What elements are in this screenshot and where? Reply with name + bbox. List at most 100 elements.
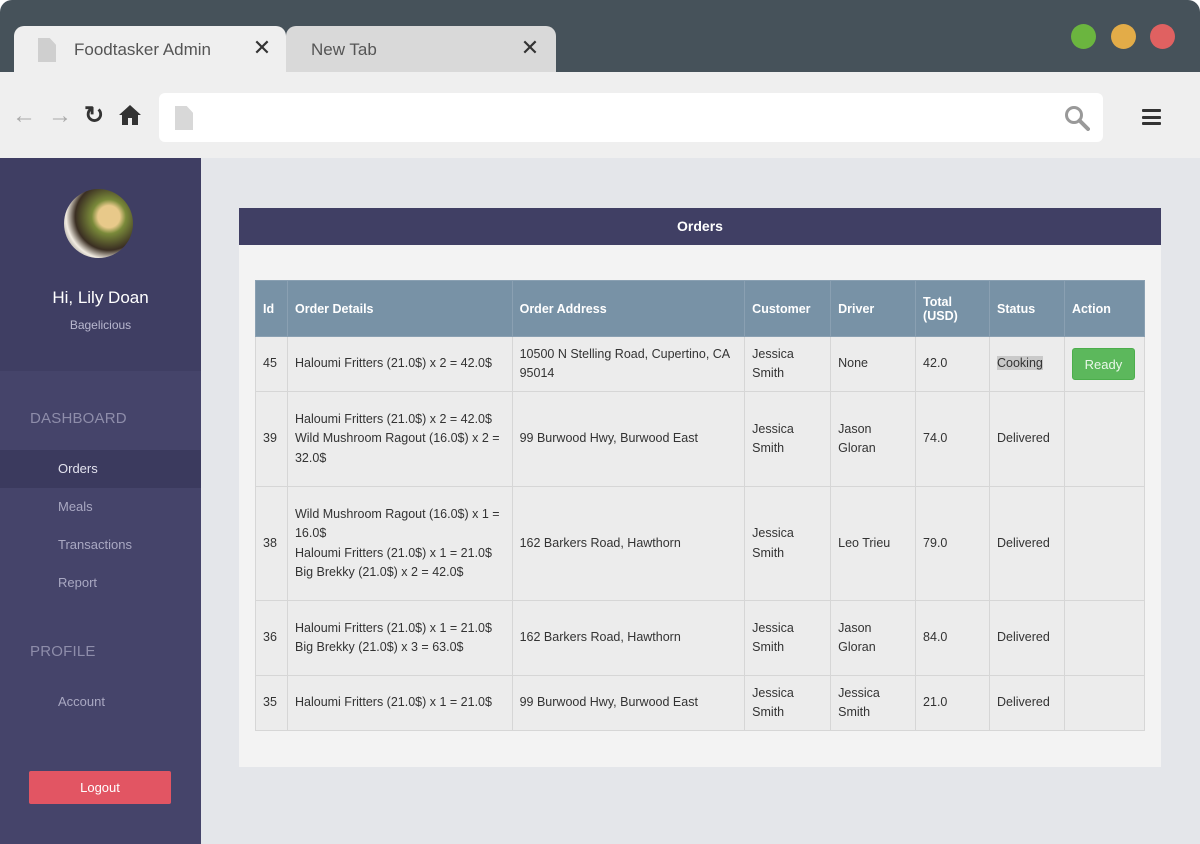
sidebar-item-account[interactable]: Account bbox=[0, 683, 201, 721]
address-bar[interactable] bbox=[159, 93, 1103, 142]
maximize-button[interactable] bbox=[1071, 24, 1096, 49]
logout-button[interactable]: Logout bbox=[29, 771, 171, 804]
section-label-profile: PROFILE bbox=[30, 643, 96, 660]
order-detail-line: Haloumi Fritters (21.0$) x 2 = 42.0$ bbox=[294, 356, 492, 371]
order-detail-line: Haloumi Fritters (21.0$) x 1 = 21.0$ bbox=[294, 620, 492, 635]
column-header: Driver bbox=[830, 280, 917, 337]
order-driver: Jessica Smith bbox=[830, 675, 917, 731]
order-address: 10500 N Stelling Road, Cupertino, CA 950… bbox=[511, 336, 746, 392]
ready-button[interactable]: Ready bbox=[1071, 348, 1135, 380]
order-customer: Jessica Smith bbox=[744, 391, 832, 487]
order-details: Haloumi Fritters (21.0$) x 1 = 21.0$ bbox=[286, 675, 513, 731]
column-header: Customer bbox=[744, 280, 832, 337]
order-customer: Jessica Smith bbox=[744, 675, 832, 731]
browser-toolbar: ← → ↻ bbox=[0, 72, 1200, 158]
column-header: Order Details bbox=[286, 280, 513, 337]
order-driver: Jason Gloran bbox=[830, 600, 917, 676]
order-total: 74.0 bbox=[915, 391, 990, 487]
order-status: Cooking bbox=[988, 336, 1065, 392]
order-total: 42.0 bbox=[915, 336, 990, 392]
sidebar-item-report[interactable]: Report bbox=[0, 564, 201, 602]
hamburger-menu-icon[interactable] bbox=[1142, 109, 1161, 125]
page-icon bbox=[175, 106, 193, 130]
status-text: Cooking bbox=[996, 356, 1043, 371]
search-icon[interactable] bbox=[1064, 105, 1090, 131]
column-header: Id bbox=[255, 280, 288, 337]
order-detail-line: Wild Mushroom Ragout (16.0$) x 2 = 32.0$ bbox=[294, 431, 500, 465]
close-window-button[interactable] bbox=[1150, 24, 1175, 49]
sidebar: Hi, Lily Doan Bagelicious DASHBOARD Orde… bbox=[0, 158, 201, 844]
order-status: Delivered bbox=[988, 486, 1065, 601]
order-detail-line: Big Brekky (21.0$) x 3 = 63.0$ bbox=[294, 640, 464, 654]
order-detail-line: Haloumi Fritters (21.0$) x 1 = 21.0$ bbox=[294, 545, 492, 560]
restaurant-name: Bagelicious bbox=[69, 318, 132, 332]
order-action: Ready bbox=[1063, 336, 1146, 392]
order-address: 162 Barkers Road, Hawthorn bbox=[511, 600, 746, 676]
close-icon[interactable]: ✕ bbox=[520, 36, 540, 60]
order-detail-line: Haloumi Fritters (21.0$) x 1 = 21.0$ bbox=[294, 695, 492, 710]
minimize-button[interactable] bbox=[1111, 24, 1136, 49]
order-id: 36 bbox=[255, 600, 288, 676]
order-action bbox=[1063, 391, 1146, 487]
order-action bbox=[1063, 600, 1146, 676]
order-detail-line: Big Brekky (21.0$) x 2 = 42.0$ bbox=[294, 565, 464, 579]
tab-title: Foodtasker Admin bbox=[74, 40, 212, 59]
order-action bbox=[1063, 675, 1146, 731]
table-row: 39 Haloumi Fritters (21.0$) x 2 = 42.0$ … bbox=[255, 391, 1146, 487]
forward-arrow-icon[interactable]: → bbox=[48, 104, 72, 128]
page-viewport: Hi, Lily Doan Bagelicious DASHBOARD Orde… bbox=[0, 158, 1200, 844]
order-total: 79.0 bbox=[915, 486, 990, 601]
order-id: 45 bbox=[255, 336, 288, 392]
panel-title: Orders bbox=[239, 208, 1161, 245]
greeting: Hi, Lily Doan bbox=[52, 288, 149, 307]
page-icon bbox=[38, 38, 56, 62]
column-header: Action bbox=[1063, 280, 1146, 337]
close-icon[interactable]: ✕ bbox=[252, 36, 272, 60]
order-customer: Jessica Smith bbox=[744, 600, 832, 676]
tab-title: New Tab bbox=[311, 40, 377, 59]
order-detail-line: Wild Mushroom Ragout (16.0$) x 1 = 16.0$ bbox=[294, 506, 500, 541]
sidebar-item-orders[interactable]: Orders bbox=[0, 450, 201, 488]
back-arrow-icon[interactable]: ← bbox=[12, 104, 36, 128]
sidebar-item-transactions[interactable]: Transactions bbox=[0, 526, 201, 564]
order-id: 39 bbox=[255, 391, 288, 487]
profile-area: Hi, Lily Doan Bagelicious bbox=[0, 158, 201, 371]
order-address: 99 Burwood Hwy, Burwood East bbox=[511, 675, 746, 731]
order-id: 35 bbox=[255, 675, 288, 731]
home-icon[interactable] bbox=[118, 104, 142, 128]
table-row: 36 Haloumi Fritters (21.0$) x 1 = 21.0$ … bbox=[255, 600, 1146, 676]
reload-icon[interactable]: ↻ bbox=[84, 104, 104, 128]
orders-table: Id Order Details Order Address Customer … bbox=[255, 280, 1146, 731]
order-address: 99 Burwood Hwy, Burwood East bbox=[511, 391, 746, 487]
order-address: 162 Barkers Road, Hawthorn bbox=[511, 486, 746, 601]
order-driver: None bbox=[830, 336, 917, 392]
orders-panel: Orders Id Order Details Order Address Cu… bbox=[239, 208, 1161, 767]
order-details: Haloumi Fritters (21.0$) x 2 = 42.0$ bbox=[286, 336, 513, 392]
order-status: Delivered bbox=[988, 391, 1065, 487]
order-id: 38 bbox=[255, 486, 288, 601]
avatar bbox=[64, 189, 133, 258]
order-driver: Jason Gloran bbox=[830, 391, 917, 487]
table-row: 35 Haloumi Fritters (21.0$) x 1 = 21.0$ … bbox=[255, 675, 1146, 731]
browser-window: Foodtasker Admin ✕ New Tab ✕ ← → ↻ Hi, L… bbox=[0, 0, 1200, 844]
order-customer: Jessica Smith bbox=[744, 486, 832, 601]
section-label-dashboard: DASHBOARD bbox=[30, 410, 127, 427]
order-status: Delivered bbox=[988, 675, 1065, 731]
order-driver: Leo Trieu bbox=[830, 486, 917, 601]
order-status: Delivered bbox=[988, 600, 1065, 676]
sidebar-item-meals[interactable]: Meals bbox=[0, 488, 201, 526]
tab-foodtasker-admin[interactable]: Foodtasker Admin ✕ bbox=[14, 26, 286, 72]
order-action bbox=[1063, 486, 1146, 601]
column-header: Order Address bbox=[511, 280, 746, 337]
table-header-row: Id Order Details Order Address Customer … bbox=[255, 280, 1146, 337]
table-row: 45 Haloumi Fritters (21.0$) x 2 = 42.0$ … bbox=[255, 336, 1146, 392]
order-total: 21.0 bbox=[915, 675, 990, 731]
column-header: Total (USD) bbox=[915, 280, 990, 337]
order-total: 84.0 bbox=[915, 600, 990, 676]
table-row: 38 Wild Mushroom Ragout (16.0$) x 1 = 16… bbox=[255, 486, 1146, 601]
order-details: Wild Mushroom Ragout (16.0$) x 1 = 16.0$… bbox=[286, 486, 513, 601]
order-details: Haloumi Fritters (21.0$) x 1 = 21.0$ Big… bbox=[286, 600, 513, 676]
column-header: Status bbox=[988, 280, 1065, 337]
tab-new-tab[interactable]: New Tab ✕ bbox=[286, 26, 556, 72]
order-detail-line: Haloumi Fritters (21.0$) x 2 = 42.0$ bbox=[294, 411, 492, 426]
